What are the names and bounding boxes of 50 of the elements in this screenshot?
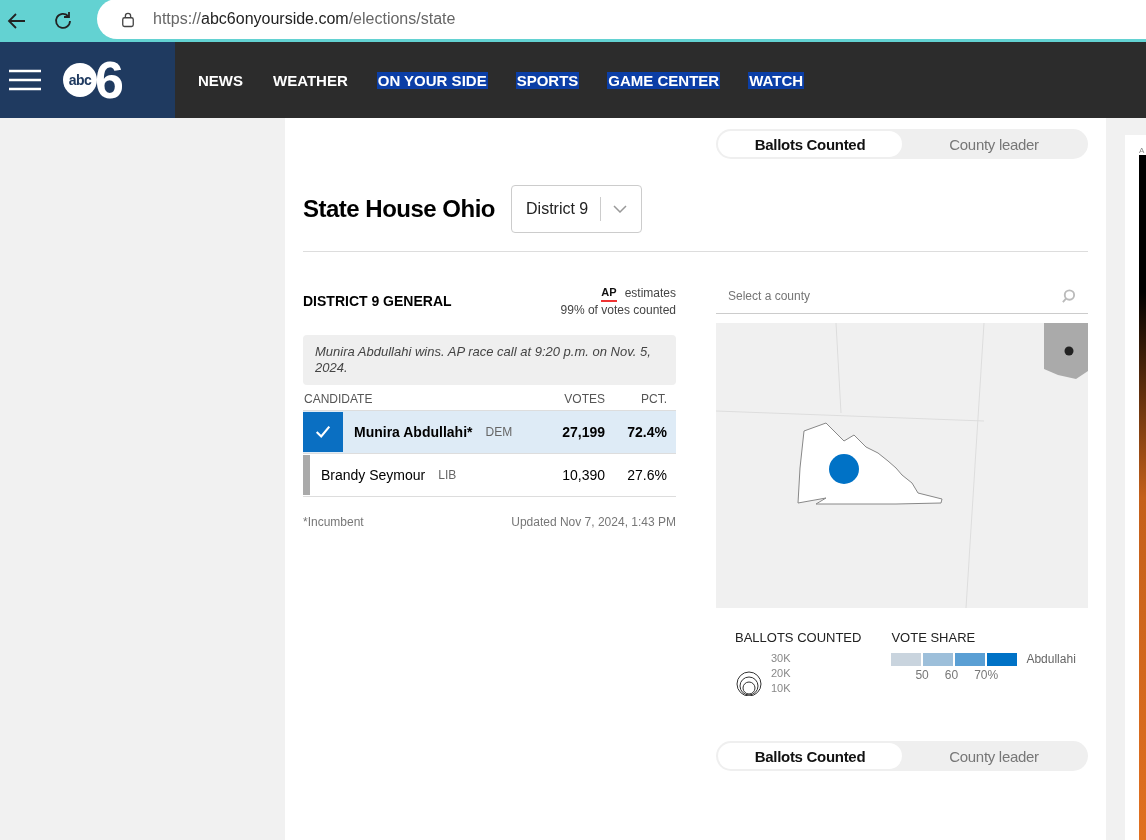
ohio-inset-drawing (1044, 323, 1088, 379)
ap-logo: AP (601, 284, 617, 302)
nav-link[interactable]: GAME CENTER (607, 71, 721, 89)
updated-timestamp: Updated Nov 7, 2024, 1:43 PM (511, 515, 676, 529)
ballots-bubble (829, 454, 859, 484)
nav-link[interactable]: ON YOUR SIDE (376, 71, 488, 89)
legend-tick-label: 30K (771, 651, 791, 666)
candidate-name: Brandy Seymour (321, 467, 426, 483)
menu-icon[interactable] (9, 69, 41, 91)
vote-percent: 72.4% (626, 424, 668, 440)
legend-candidate-label: Abdullahi (1026, 652, 1076, 666)
nav-link[interactable]: WEATHER (272, 71, 349, 89)
party-label: LIB (438, 468, 458, 482)
vote-share-legend-title: VOTE SHARE (891, 630, 977, 645)
legend-tick-label: 70% (974, 668, 999, 682)
vote-percent: 27.6% (626, 467, 668, 483)
ad-label: A (1138, 145, 1146, 155)
votes-counted-label: 99% of votes counted (560, 302, 676, 318)
column-header: CANDIDATE (304, 392, 374, 406)
nav-link[interactable]: NEWS (197, 71, 244, 89)
url-text: https://abc6onyourside.com/elections/state (153, 10, 456, 28)
winner-check-icon (303, 412, 343, 452)
toggle-tab[interactable]: County leader (902, 743, 1086, 769)
vote-count: 27,199 (561, 424, 605, 440)
page-title: State House Ohio (303, 195, 496, 223)
toggle-tab[interactable]: Ballots Counted (718, 131, 903, 157)
lock-icon[interactable] (121, 10, 135, 28)
nav-link[interactable]: WATCH (748, 71, 805, 89)
legend-tick-label: 50 (915, 668, 929, 682)
vote-count: 10,390 (561, 467, 605, 483)
legend-tick-label: 10K (771, 681, 791, 696)
toggle-tab[interactable]: County leader (902, 131, 1087, 157)
legend-tick-label: 60 (944, 668, 959, 682)
race-heading: DISTRICT 9 GENERAL (303, 293, 452, 309)
candidate-name: Munira Abdullahi* (354, 424, 473, 440)
race-call-note: Munira Abdullahi wins. AP race call at 9:20 p.m. on Nov. 5, 2024. (303, 335, 676, 385)
candidate-bar (303, 455, 310, 495)
legend-tick-label: 20K (771, 666, 791, 681)
toggle-tab[interactable]: Ballots Counted (718, 743, 902, 769)
column-header: VOTES (563, 392, 605, 406)
column-header: PCT. (640, 392, 668, 406)
party-label: DEM (485, 425, 514, 439)
nav-link[interactable]: SPORTS (515, 71, 580, 89)
district-dropdown[interactable]: District 9 (511, 185, 643, 233)
ad-image-placeholder[interactable] (1139, 155, 1146, 840)
address-bar[interactable]: https://abc6onyourside.com/elections/state (97, 0, 1146, 39)
estimates-label: estimates (624, 285, 676, 301)
chevron-icon (613, 205, 628, 213)
incumbent-footnote: *Incumbent (303, 515, 364, 529)
ballots-legend-title: BALLOTS COUNTED (735, 630, 862, 645)
